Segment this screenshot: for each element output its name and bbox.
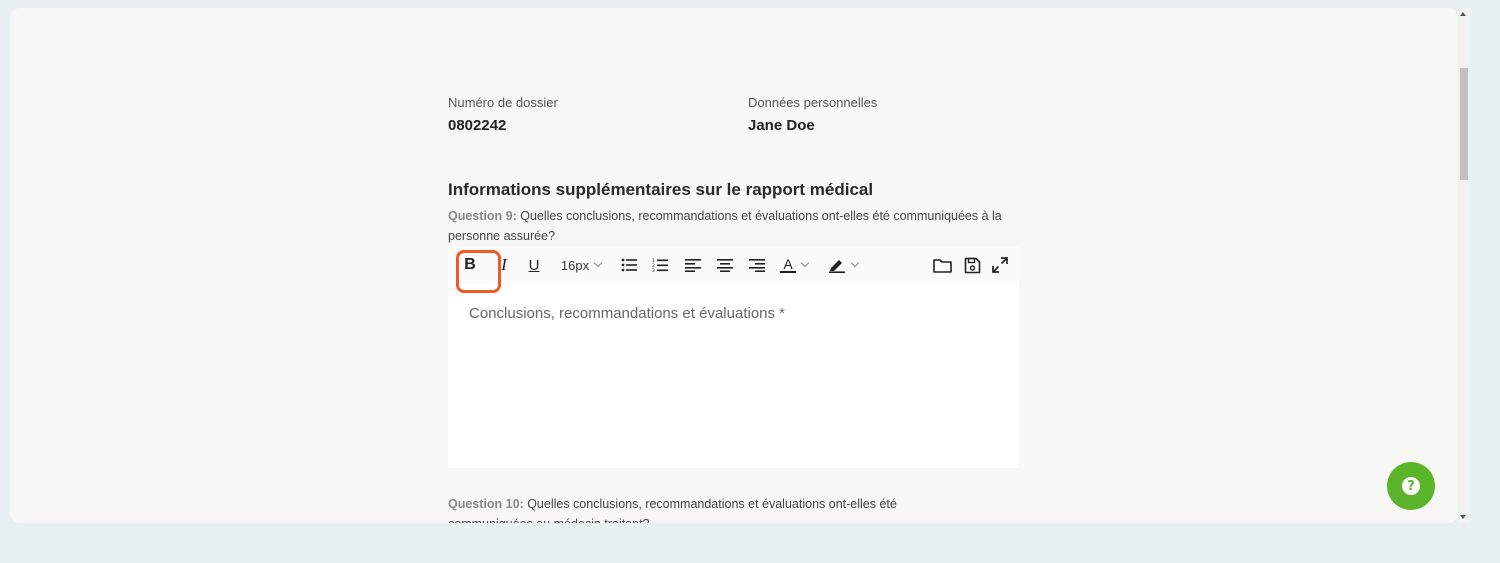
text-color-glyph: A <box>783 256 793 272</box>
main-panel: Numéro de dossier 0802242 Données person… <box>10 8 1458 523</box>
save-icon <box>964 257 980 273</box>
personal-data-value: Jane Doe <box>748 117 815 134</box>
highlight-color-select[interactable] <box>828 254 872 276</box>
bullet-list-button[interactable] <box>618 254 640 276</box>
font-size-value: 16px <box>560 257 590 273</box>
rich-text-editor: B I U 16px 1 2 3 A Conclusions, recomman… <box>448 246 1019 468</box>
align-center-icon <box>717 258 733 272</box>
folder-icon <box>932 258 952 273</box>
scroll-up-arrow[interactable] <box>1460 12 1466 16</box>
question-9-number: Question 9: <box>448 209 517 223</box>
question-10: Question 10: Quelles conclusions, recomm… <box>448 494 968 523</box>
numbered-list-button[interactable]: 1 2 3 <box>649 254 671 276</box>
chevron-down-icon <box>800 258 810 268</box>
scroll-thumb[interactable] <box>1460 68 1468 180</box>
editor-content-area[interactable]: Conclusions, recommandations et évaluati… <box>469 305 785 322</box>
align-left-icon <box>685 258 701 272</box>
fullscreen-button[interactable] <box>989 254 1011 276</box>
section-title: Informations supplémentaires sur le rapp… <box>448 180 874 199</box>
help-button[interactable]: ? <box>1387 462 1435 510</box>
font-size-select[interactable]: 16px <box>556 254 606 276</box>
save-button[interactable] <box>961 254 983 276</box>
editor-toolbar: B I U 16px 1 2 3 A <box>448 246 1019 293</box>
question-10-number: Question 10: <box>448 497 524 511</box>
chevron-down-icon <box>850 258 860 268</box>
underline-glyph: U <box>528 256 540 274</box>
scroll-down-arrow[interactable] <box>1460 515 1466 519</box>
italic-glyph: I <box>501 255 507 274</box>
align-right-icon <box>749 258 765 272</box>
personal-data-label: Données personnelles <box>748 95 878 110</box>
svg-text:3: 3 <box>652 268 655 273</box>
text-color-select[interactable]: A <box>780 254 822 276</box>
open-file-button[interactable] <box>931 254 953 276</box>
align-left-button[interactable] <box>682 254 704 276</box>
underline-button[interactable]: U <box>524 254 544 276</box>
chevron-down-icon <box>593 258 603 268</box>
highlighter-icon <box>829 260 845 273</box>
vertical-scrollbar[interactable] <box>1458 8 1470 523</box>
file-number-value: 0802242 <box>448 117 507 134</box>
numbered-list-icon: 1 2 3 <box>652 258 668 273</box>
question-9-text: Quelles conclusions, recommandations et … <box>448 209 1002 243</box>
question-9: Question 9: Quelles conclusions, recomma… <box>448 206 1023 246</box>
file-number-label: Numéro de dossier <box>448 95 558 110</box>
text-color-icon: A <box>780 257 796 273</box>
bullet-list-icon <box>621 258 637 272</box>
italic-button[interactable]: I <box>494 254 514 276</box>
help-icon: ? <box>1402 477 1420 495</box>
help-glyph: ? <box>1407 478 1415 494</box>
expand-icon <box>992 257 1008 273</box>
bold-button[interactable]: B <box>456 250 501 293</box>
align-center-button[interactable] <box>714 254 736 276</box>
align-right-button[interactable] <box>746 254 768 276</box>
